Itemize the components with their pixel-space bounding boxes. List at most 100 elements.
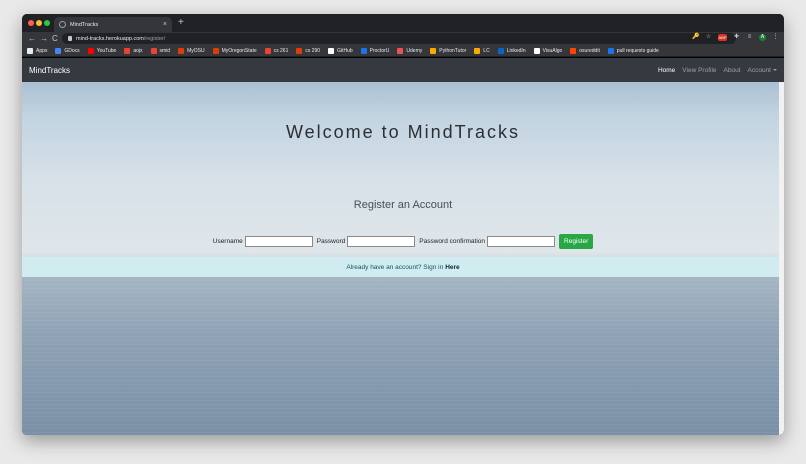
new-tab-button[interactable]: + [178, 17, 184, 29]
tab-strip: MindTracks × + [22, 14, 784, 32]
bookmark-label: cs 261 [273, 47, 289, 54]
bookmark-item[interactable]: LC [474, 47, 490, 54]
password-input[interactable] [347, 235, 416, 247]
site-navbar: MindTracks Home View Profile About Accou… [22, 58, 784, 82]
forward-icon[interactable]: → [40, 33, 48, 44]
bookmark-item[interactable]: MyOregonState [212, 47, 257, 54]
register-button[interactable]: Register [559, 233, 594, 249]
bookmark-favicon-icon [150, 47, 157, 54]
bookmark-label: Apps [36, 47, 48, 54]
browser-toolbar: ← → C mind-tracks.herokuapp.com/register… [22, 32, 784, 45]
web-page: Welcome to MindTracks Register an Accoun… [22, 58, 784, 435]
bookmark-item[interactable]: Udemy [397, 47, 423, 54]
sign-in-alert: Already have an account? Sign in Here [22, 257, 784, 277]
bookmarks-bar: Apps GDocs YouTube aojx smid MyOSU MyOregonSta… [22, 45, 784, 57]
nav-account-dropdown[interactable]: Account [747, 66, 777, 74]
password-confirmation-input[interactable] [487, 235, 556, 247]
register-form: Username Password Password confirmation … [22, 232, 784, 250]
minimize-window-button[interactable] [36, 20, 42, 26]
bookmark-label: MyOSU [187, 47, 205, 54]
brand-logo[interactable]: MindTracks [29, 66, 70, 75]
hero-background: Welcome to MindTracks Register an Accoun… [22, 82, 784, 435]
bookmark-favicon-icon [87, 47, 94, 54]
extension-icons: 🔑 ☆ ABP ✚ ≡ A ⋮ [692, 34, 779, 41]
bookmark-label: GDocs [64, 47, 80, 54]
queue-icon[interactable]: ≡ [746, 34, 753, 41]
username-label: Username [212, 237, 243, 245]
bookmark-item[interactable]: aojx [124, 47, 143, 54]
browser-tab[interactable]: MindTracks × [54, 17, 172, 32]
address-bar[interactable]: mind-tracks.herokuapp.com/register/ [62, 33, 736, 44]
tab-title: MindTracks [70, 21, 99, 28]
bookmark-favicon-icon [397, 47, 404, 54]
close-window-button[interactable] [28, 20, 34, 26]
bookmark-favicon-icon [27, 47, 33, 54]
profile-avatar[interactable]: A [759, 34, 766, 41]
bookmark-item[interactable]: ProctorU [360, 47, 390, 54]
bookmark-label: cs 290 [305, 47, 321, 54]
bookmark-favicon-icon [178, 47, 185, 54]
scrollbar[interactable] [779, 82, 784, 435]
nav-about[interactable]: About [724, 67, 741, 74]
lock-icon [68, 36, 72, 41]
nav-account-label: Account [747, 66, 772, 74]
welcome-heading: Welcome to MindTracks [285, 122, 521, 142]
bookmark-favicon-icon [497, 47, 504, 54]
bookmark-favicon-icon [55, 47, 62, 54]
bookmark-label: MyOregonState [221, 47, 257, 54]
bookmark-item[interactable]: cs 290 [296, 47, 321, 54]
bookmark-label: smid [159, 47, 171, 54]
bookmark-item[interactable]: MyOSU [178, 47, 205, 54]
register-heading: Register an Account [353, 199, 453, 211]
nav-links: Home View Profile About Account [658, 67, 777, 74]
globe-icon [59, 21, 66, 28]
bookmark-item[interactable]: PythonTutor [430, 47, 467, 54]
bookmark-favicon-icon [430, 47, 437, 54]
bookmark-label: GitHub [337, 47, 353, 54]
bookmark-label: LC [483, 47, 490, 54]
reload-icon[interactable]: C [52, 33, 58, 44]
nav-home[interactable]: Home [658, 67, 675, 74]
star-icon[interactable]: ☆ [705, 34, 712, 41]
key-icon[interactable]: 🔑 [692, 34, 699, 41]
bookmark-item[interactable]: LinkedIn [497, 47, 526, 54]
bookmark-item[interactable]: YouTube [87, 47, 117, 54]
bookmark-item[interactable]: VisuAlgo [533, 47, 563, 54]
bookmark-label: osureddit [579, 47, 600, 54]
caret-down-icon [773, 68, 777, 71]
bookmark-favicon-icon [474, 47, 481, 54]
adblock-icon[interactable]: ABP [718, 34, 727, 41]
bookmark-item[interactable]: osureddit [570, 47, 600, 54]
bookmark-favicon-icon [607, 47, 614, 54]
sea-image [22, 272, 784, 435]
password-confirmation-label: Password confirmation [419, 237, 486, 245]
bookmark-item[interactable]: GitHub [328, 47, 353, 54]
username-input[interactable] [244, 235, 313, 247]
bookmark-label: YouTube [96, 47, 117, 54]
bookmark-favicon-icon [124, 47, 131, 54]
nav-view-profile[interactable]: View Profile [682, 67, 716, 74]
bookmark-favicon-icon [533, 47, 540, 54]
bookmark-label: ProctorU [369, 47, 390, 54]
bookmark-label: LinkedIn [506, 47, 526, 54]
bookmark-label: PythonTutor [439, 47, 467, 54]
bookmark-favicon-icon [570, 47, 577, 54]
bookmark-label: pull requests guide [616, 47, 659, 54]
browser-window: MindTracks × + ← → C mind-tracks.herokua… [22, 14, 784, 435]
bookmark-item[interactable]: smid [150, 47, 171, 54]
bookmark-favicon-icon [264, 47, 271, 54]
bookmark-item[interactable]: Apps [27, 47, 48, 54]
bookmark-item[interactable]: pull requests guide [607, 47, 659, 54]
sign-in-link[interactable]: Here [445, 264, 459, 271]
menu-icon[interactable]: ⋮ [772, 34, 779, 41]
bookmark-item[interactable]: GDocs [55, 47, 80, 54]
close-tab-icon[interactable]: × [163, 21, 167, 28]
bookmark-favicon-icon [212, 47, 219, 54]
back-icon[interactable]: ← [28, 33, 36, 44]
puzzle-icon[interactable]: ✚ [733, 34, 740, 41]
bookmark-label: VisuAlgo [542, 47, 563, 54]
maximize-window-button[interactable] [44, 20, 50, 26]
url-text: mind-tracks.herokuapp.com/register/ [76, 35, 166, 42]
bookmark-label: Udemy [406, 47, 423, 54]
bookmark-item[interactable]: cs 261 [264, 47, 289, 54]
